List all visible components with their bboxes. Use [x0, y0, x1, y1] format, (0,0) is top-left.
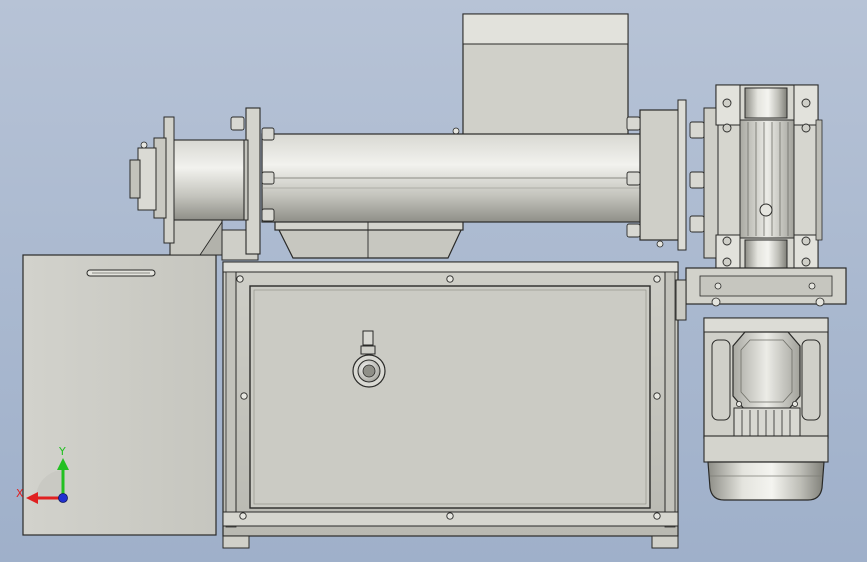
foot-right — [651, 535, 679, 549]
terminal-box — [732, 331, 801, 411]
gear-reducer — [703, 84, 823, 276]
x-axis-label: X — [16, 487, 24, 500]
discharge-end — [129, 107, 275, 261]
inlet-box — [451, 13, 643, 149]
fan-cowl — [707, 461, 825, 501]
base-cabinet — [222, 261, 679, 549]
output-shaft-icon — [759, 203, 773, 217]
y-axis-label: Y — [58, 445, 66, 458]
electric-motor — [703, 317, 829, 501]
screw-barrel — [261, 133, 649, 223]
cad-viewport[interactable]: Y X — [0, 0, 867, 562]
barrel-flange-right — [626, 99, 705, 251]
z-axis-origin — [58, 493, 68, 503]
foot-left — [222, 535, 250, 549]
cabinet-door — [249, 285, 651, 509]
machine-drawing: Y X — [16, 13, 847, 549]
motor-flange — [675, 267, 847, 321]
